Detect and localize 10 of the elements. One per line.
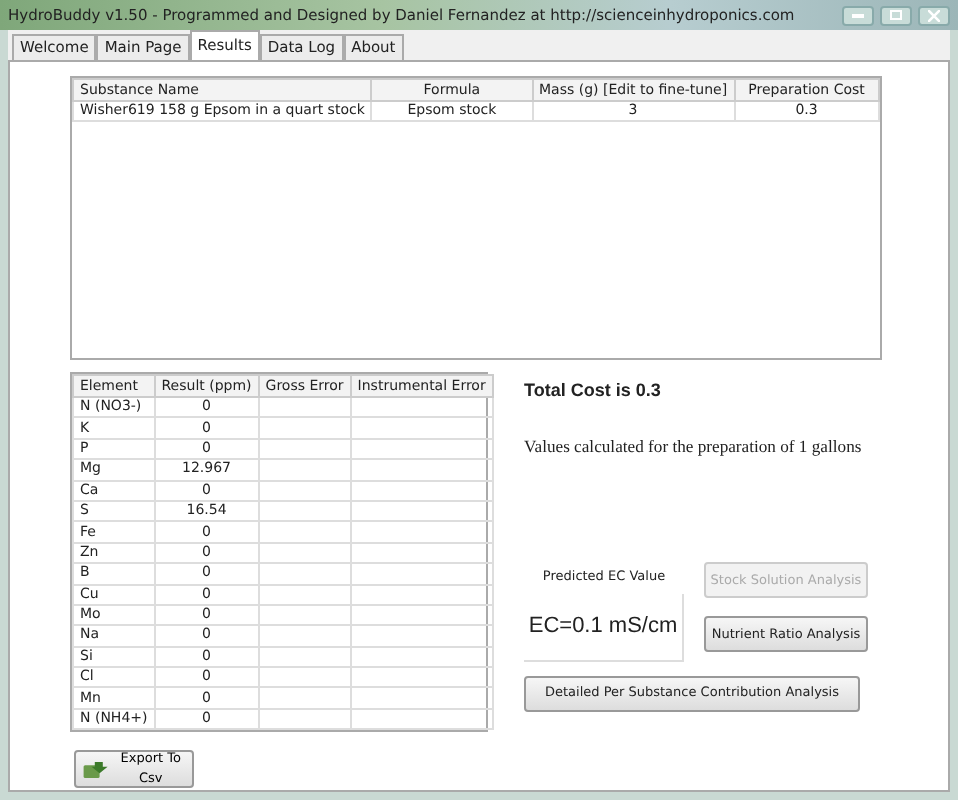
maximize-icon (890, 10, 902, 20)
minimize-icon (852, 13, 864, 17)
calculation-note: Values calculated for the preparation of 1 gallons (524, 433, 864, 459)
total-cost-text: Total Cost is 0.3 (524, 378, 663, 404)
ec-value: EC=0.1 mS/cm (524, 594, 684, 663)
minimize-button[interactable] (842, 5, 874, 25)
export-icon (82, 757, 108, 782)
close-button[interactable] (918, 5, 950, 25)
close-icon (928, 9, 940, 21)
maximize-button[interactable] (880, 5, 912, 25)
